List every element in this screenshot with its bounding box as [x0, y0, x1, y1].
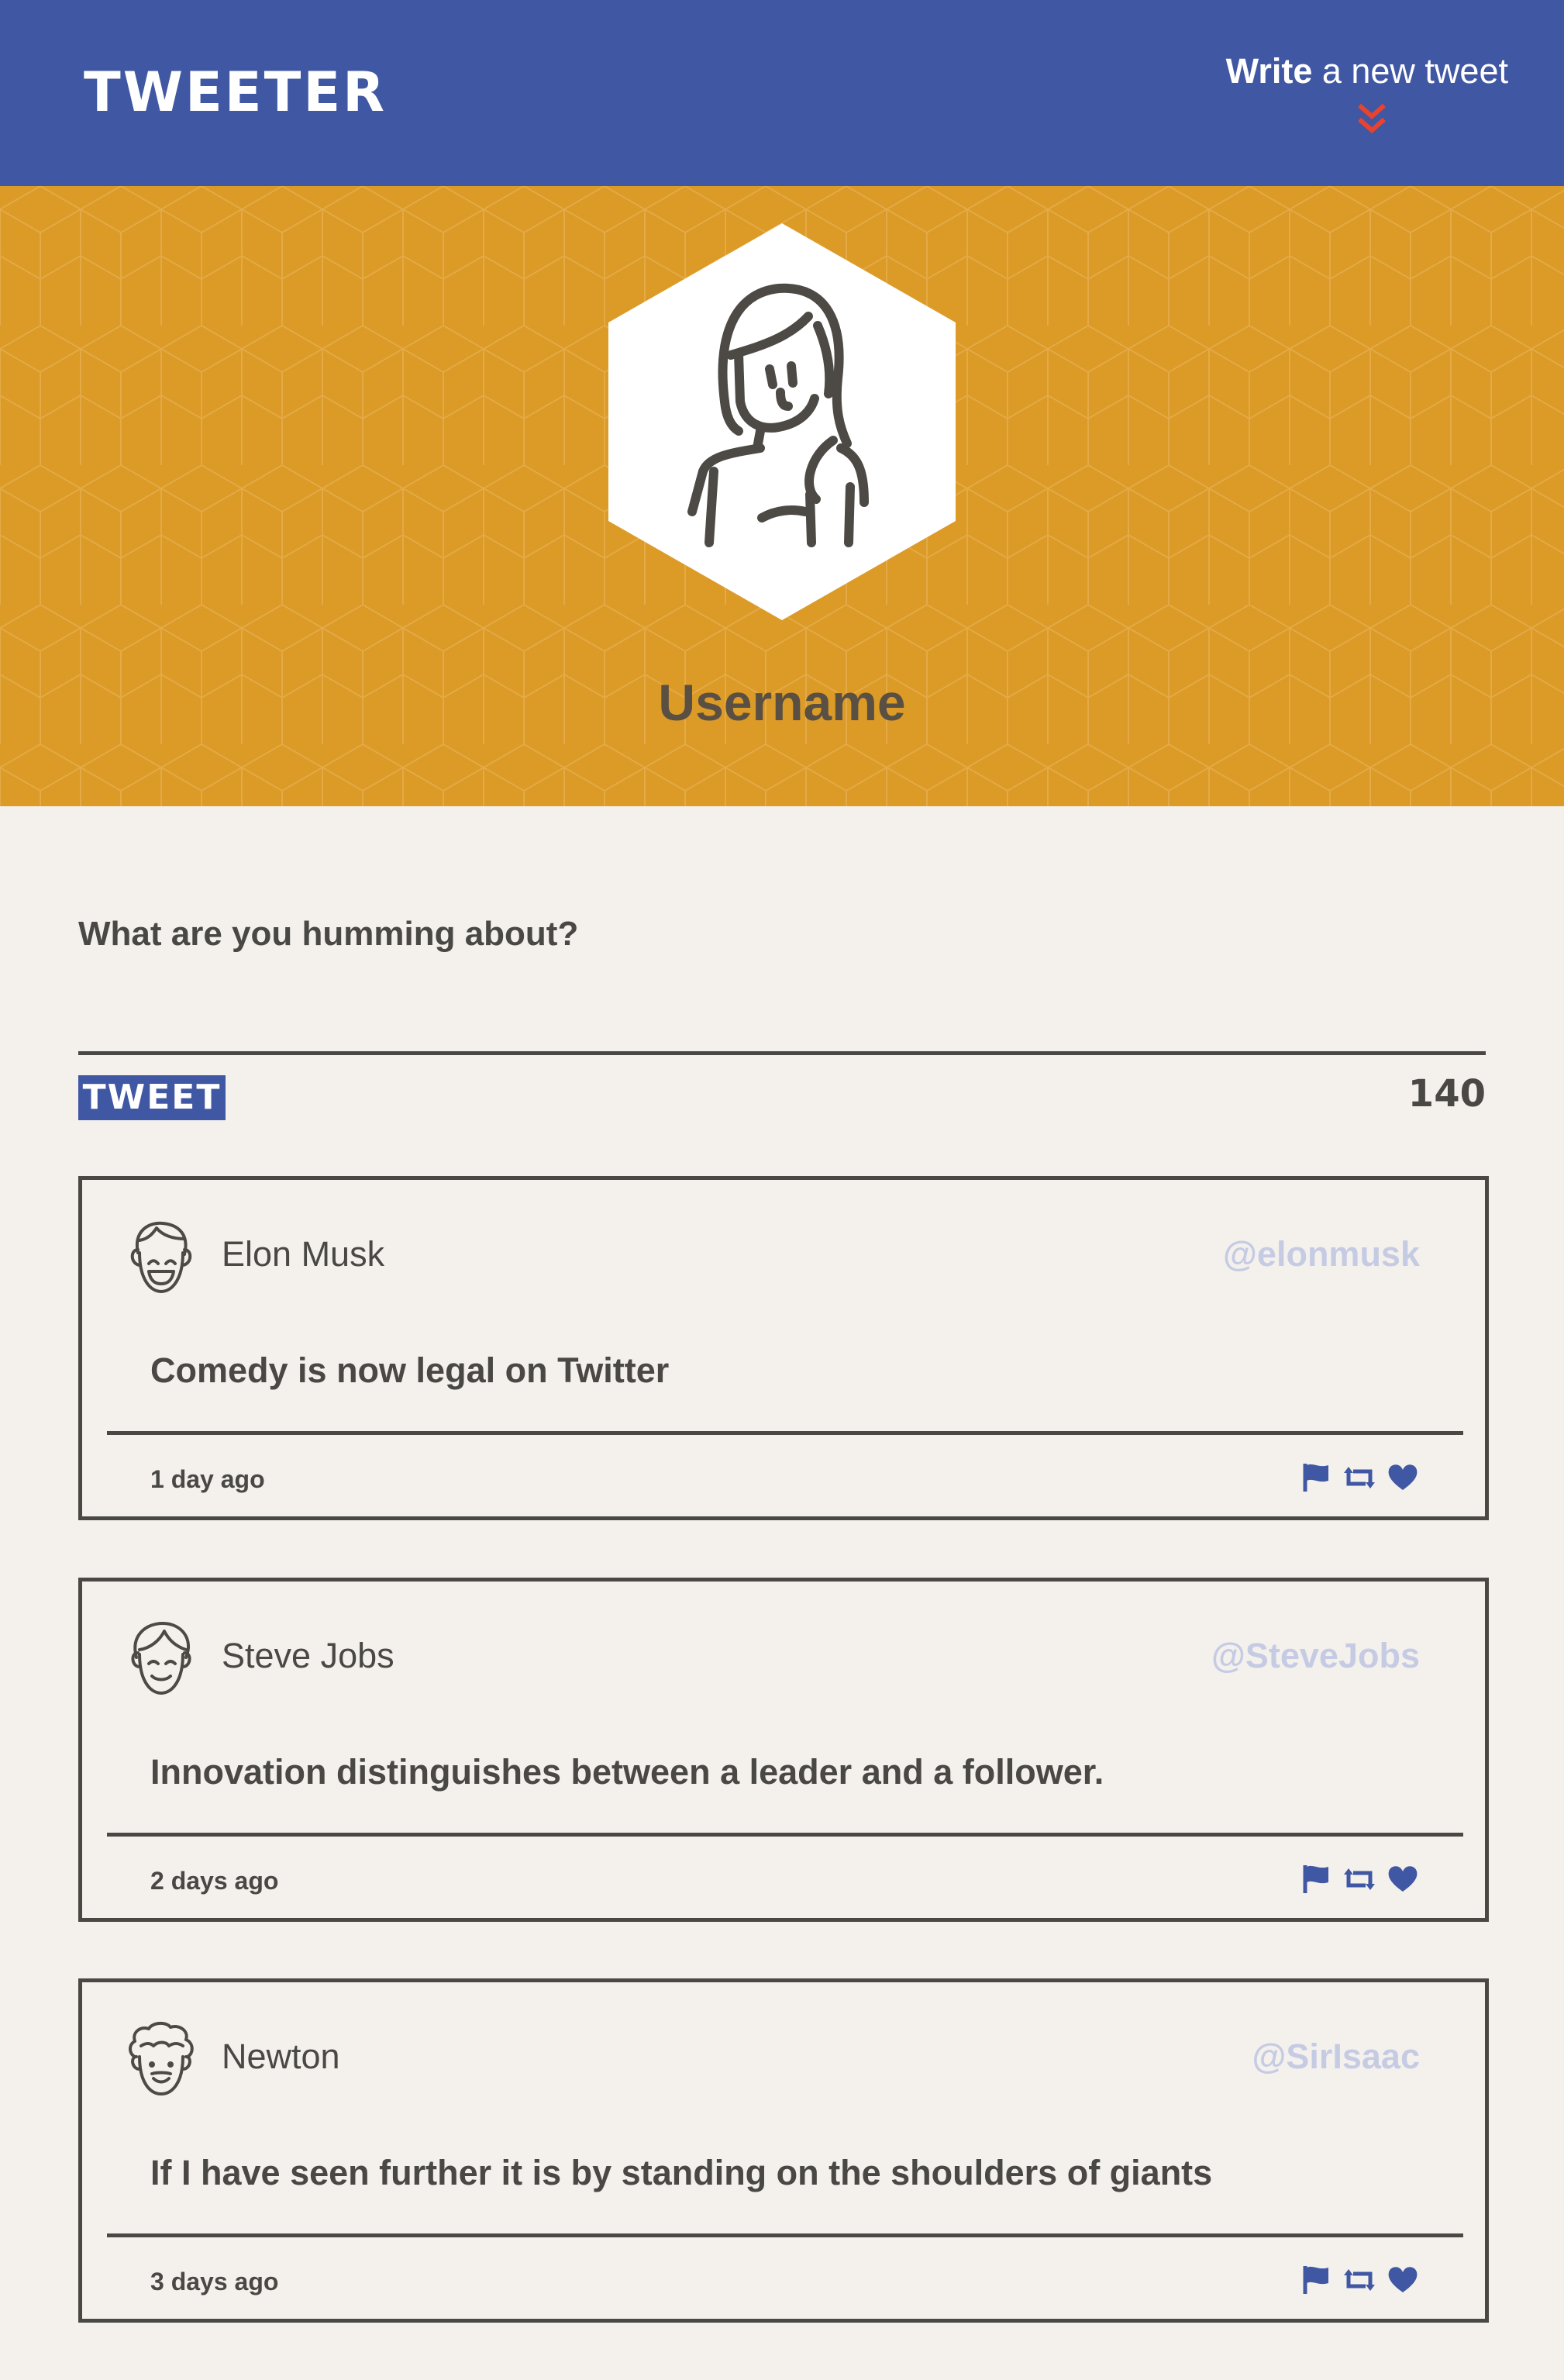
- flag-icon[interactable]: [1299, 1461, 1333, 1495]
- tweet-author-name[interactable]: Steve Jobs: [222, 1636, 394, 1676]
- tweet-card: Newton @SirIsaac If I have seen further …: [78, 1978, 1489, 2323]
- tweet-actions: [1299, 1862, 1420, 1896]
- retweet-icon[interactable]: [1342, 1461, 1376, 1495]
- tweet-composer-prompt[interactable]: What are you humming about?: [78, 915, 578, 954]
- write-new-tweet-link[interactable]: Write a new tweet: [1226, 51, 1508, 91]
- man-avatar-icon: [131, 1622, 191, 1695]
- tweet-card: Elon Musk @elonmusk Comedy is now legal …: [78, 1176, 1489, 1520]
- tweet-author-name[interactable]: Elon Musk: [222, 1234, 384, 1275]
- heart-icon[interactable]: [1386, 1862, 1420, 1896]
- profile-username: Username: [658, 674, 906, 731]
- tweet-timestamp: 3 days ago: [150, 2268, 279, 2295]
- tweet-author-handle[interactable]: @elonmusk: [1223, 1234, 1420, 1275]
- heart-icon[interactable]: [1386, 1461, 1420, 1495]
- tweet-text: If I have seen further it is by standing…: [150, 2153, 1213, 2192]
- tweet-divider: [107, 1833, 1463, 1837]
- write-link-rest: a new tweet: [1312, 51, 1508, 91]
- tweet-timestamp: 1 day ago: [150, 1465, 265, 1493]
- retweet-icon[interactable]: [1342, 2263, 1376, 2297]
- smiling-man-avatar-icon: [130, 1221, 192, 1293]
- retweet-icon[interactable]: [1342, 1862, 1376, 1896]
- tweet-author-name[interactable]: Newton: [222, 2037, 340, 2077]
- profile-avatar[interactable]: [608, 223, 956, 620]
- composer-underline: [78, 1051, 1486, 1055]
- flag-icon[interactable]: [1299, 2263, 1333, 2297]
- tweet-author-handle[interactable]: @SirIsaac: [1252, 2037, 1420, 2077]
- tweet-card: Steve Jobs @SteveJobs Innovation disting…: [78, 1578, 1489, 1922]
- tweet-divider: [107, 2233, 1463, 2237]
- tweet-actions: [1299, 2263, 1420, 2297]
- tweet-button[interactable]: TWEET: [78, 1075, 226, 1120]
- write-link-strong: Write: [1225, 51, 1313, 91]
- curly-hair-man-avatar-icon: [129, 2022, 194, 2095]
- double-chevron-down-icon[interactable]: [1355, 102, 1389, 136]
- flag-icon[interactable]: [1299, 1862, 1333, 1896]
- tweet-actions: [1299, 1461, 1420, 1495]
- brand-logo[interactable]: TWEETER: [84, 60, 387, 124]
- tweet-author-handle[interactable]: @SteveJobs: [1211, 1636, 1420, 1676]
- tweet-text: Innovation distinguishes between a leade…: [150, 1752, 1104, 1792]
- character-counter: 140: [1407, 1072, 1486, 1116]
- profile-banner: Username: [0, 186, 1564, 806]
- tweet-timestamp: 2 days ago: [150, 1867, 279, 1895]
- heart-icon[interactable]: [1386, 2263, 1420, 2297]
- tweet-text: Comedy is now legal on Twitter: [150, 1350, 670, 1390]
- top-navbar: TWEETER Write a new tweet: [0, 0, 1564, 186]
- tweet-divider: [107, 1431, 1463, 1435]
